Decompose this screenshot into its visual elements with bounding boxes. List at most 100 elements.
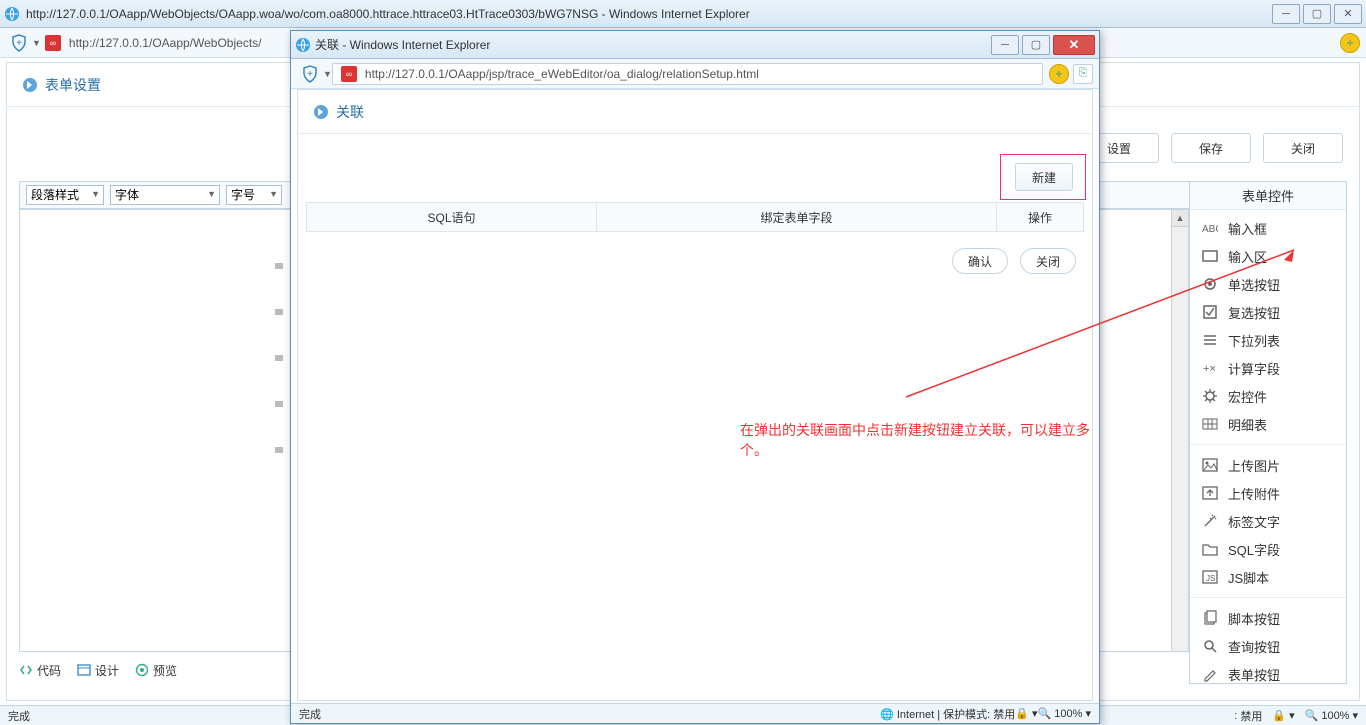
editor-mode-tabs: 代码 设计 预览 [19, 656, 177, 684]
wand-icon [1202, 513, 1218, 529]
close-dialog-button[interactable]: 关闭 [1020, 248, 1076, 274]
popup-add-button[interactable]: + [1049, 64, 1069, 84]
grid-icon [1202, 416, 1218, 432]
new-button[interactable]: 新建 [1015, 163, 1073, 191]
close-button[interactable]: ✕ [1334, 4, 1362, 24]
rect-icon [1202, 248, 1218, 264]
status-mode: : 禁用 [1234, 708, 1262, 724]
new-button-highlight: 新建 [1000, 154, 1086, 200]
svg-text:JS: JS [1206, 574, 1215, 583]
dropdown-icon[interactable]: ▼ [323, 69, 332, 79]
img-icon [1202, 457, 1218, 473]
control-item-radio[interactable]: 单选按钮 [1190, 270, 1346, 298]
status-done: 完成 [8, 708, 30, 724]
popup-title: 关联 - Windows Internet Explorer [311, 36, 988, 53]
bullet-icon [23, 78, 37, 92]
relation-table: SQL语句 绑定表单字段 操作 [306, 202, 1084, 232]
list-icon [1202, 332, 1218, 348]
popup-status-zoom[interactable]: 🔍 100% ▾ [1038, 707, 1091, 720]
check-icon [1202, 304, 1218, 320]
radio-icon [1202, 276, 1218, 292]
close-button-page[interactable]: 关闭 [1263, 133, 1343, 163]
font-select[interactable]: 字体 [110, 185, 220, 205]
control-item-gear[interactable]: 宏控件 [1190, 382, 1346, 410]
annotation-text: 在弹出的关联画面中点击新建按钮建立关联，可以建立多个。 [740, 420, 1092, 460]
shield-icon: + [301, 65, 319, 83]
control-item-js[interactable]: JSJS脚本 [1190, 563, 1346, 591]
control-item-img[interactable]: 上传图片 [1190, 451, 1346, 479]
popup-minimize-button[interactable]: ─ [991, 35, 1019, 55]
add-tab-button[interactable]: + [1340, 33, 1360, 53]
tab-preview[interactable]: 预览 [135, 662, 177, 679]
design-icon [77, 663, 91, 677]
popup-titlebar: 关联 - Windows Internet Explorer ─ ▢ ✕ [291, 31, 1099, 59]
popup-compat-icon[interactable]: ⎘ [1073, 64, 1093, 84]
tab-design[interactable]: 设计 [77, 662, 119, 679]
control-item-search[interactable]: 查询按钮 [1190, 632, 1346, 660]
popup-window: 关联 - Windows Internet Explorer ─ ▢ ✕ + ▼… [290, 30, 1100, 724]
popup-status-internet: 🌐 Internet | 保护模式: 禁用 [880, 706, 1015, 722]
control-item-calc[interactable]: +×计算字段 [1190, 354, 1346, 382]
control-item-attach[interactable]: 上传附件 [1190, 479, 1346, 507]
confirm-button[interactable]: 确认 [952, 248, 1008, 274]
popup-close-button[interactable]: ✕ [1053, 35, 1095, 55]
attach-icon [1202, 485, 1218, 501]
site-icon: ∞ [341, 66, 357, 82]
gear-icon [1202, 388, 1218, 404]
preview-icon [135, 663, 149, 677]
control-item-rect[interactable]: 输入区 [1190, 242, 1346, 270]
table-header: SQL语句 绑定表单字段 操作 [306, 202, 1084, 232]
popup-maximize-button[interactable]: ▢ [1022, 35, 1050, 55]
controls-panel: 表单控件 ABC输入框输入区单选按钮复选按钮下拉列表+×计算字段宏控件明细表上传… [1189, 181, 1347, 684]
th-sql: SQL语句 [307, 203, 597, 231]
copy-icon [1202, 610, 1218, 626]
tab-code[interactable]: 代码 [19, 662, 61, 679]
outer-titlebar: http://127.0.0.1/OAapp/WebObjects/OAapp.… [0, 0, 1366, 28]
popup-page-header: 关联 [298, 90, 1092, 134]
th-field: 绑定表单字段 [597, 203, 997, 231]
svg-text:ABC: ABC [1202, 224, 1218, 235]
control-item-grid[interactable]: 明细表 [1190, 410, 1346, 438]
status-zoom[interactable]: 🔍 100% ▾ [1305, 709, 1358, 722]
top-button-row: 设置 保存 关闭 [1079, 133, 1343, 163]
popup-page: 关联 新建 SQL语句 绑定表单字段 操作 确认 关闭 在弹出的关联画面中点击新… [297, 89, 1093, 701]
popup-address-bar: + ▼ ∞ http://127.0.0.1/OAapp/jsp/trace_e… [291, 59, 1099, 89]
editor-scrollbar[interactable]: ▲ [1172, 209, 1189, 652]
control-item-check[interactable]: 复选按钮 [1190, 298, 1346, 326]
control-item-copy[interactable]: 脚本按钮 [1190, 604, 1346, 632]
popup-status-sec[interactable]: 🔒 ▾ [1015, 707, 1037, 720]
controls-panel-header: 表单控件 [1190, 182, 1346, 210]
shield-icon: + [10, 34, 28, 52]
control-item-list[interactable]: 下拉列表 [1190, 326, 1346, 354]
ie-icon [4, 6, 20, 22]
ie-icon [295, 37, 311, 53]
popup-address-input[interactable]: ∞ http://127.0.0.1/OAapp/jsp/trace_eWebE… [332, 63, 1043, 85]
ruler-marks [275, 263, 283, 483]
abc-icon: ABC [1202, 220, 1218, 236]
popup-status-bar: 完成 🌐 Internet | 保护模式: 禁用 🔒 ▾ 🔍 100% ▾ [291, 703, 1099, 723]
status-sec[interactable]: 🔒 ▾ [1272, 709, 1294, 722]
control-item-abc[interactable]: ABC输入框 [1190, 214, 1346, 242]
size-select[interactable]: 字号 [226, 185, 282, 205]
code-icon [19, 663, 33, 677]
popup-status-done: 完成 [299, 706, 321, 722]
svg-text:+: + [307, 69, 313, 80]
scroll-up-icon[interactable]: ▲ [1172, 210, 1188, 227]
pen-icon [1202, 666, 1218, 682]
control-item-pen[interactable]: 表单按钮 [1190, 660, 1346, 684]
save-button[interactable]: 保存 [1171, 133, 1251, 163]
control-item-folder[interactable]: SQL字段 [1190, 535, 1346, 563]
para-style-select[interactable]: 段落样式 [26, 185, 104, 205]
controls-list: ABC输入框输入区单选按钮复选按钮下拉列表+×计算字段宏控件明细表上传图片上传附… [1190, 210, 1346, 684]
maximize-button[interactable]: ▢ [1303, 4, 1331, 24]
control-item-wand[interactable]: 标签文字 [1190, 507, 1346, 535]
outer-window-title: http://127.0.0.1/OAapp/WebObjects/OAapp.… [26, 7, 1269, 21]
calc-icon: +× [1202, 360, 1218, 376]
svg-text:+×: +× [1203, 363, 1216, 375]
folder-icon [1202, 541, 1218, 557]
svg-text:+: + [16, 38, 22, 49]
form-setup-title: 表单设置 [45, 75, 101, 95]
site-icon: ∞ [45, 35, 61, 51]
minimize-button[interactable]: ─ [1272, 4, 1300, 24]
dropdown-icon[interactable]: ▼ [32, 38, 41, 48]
